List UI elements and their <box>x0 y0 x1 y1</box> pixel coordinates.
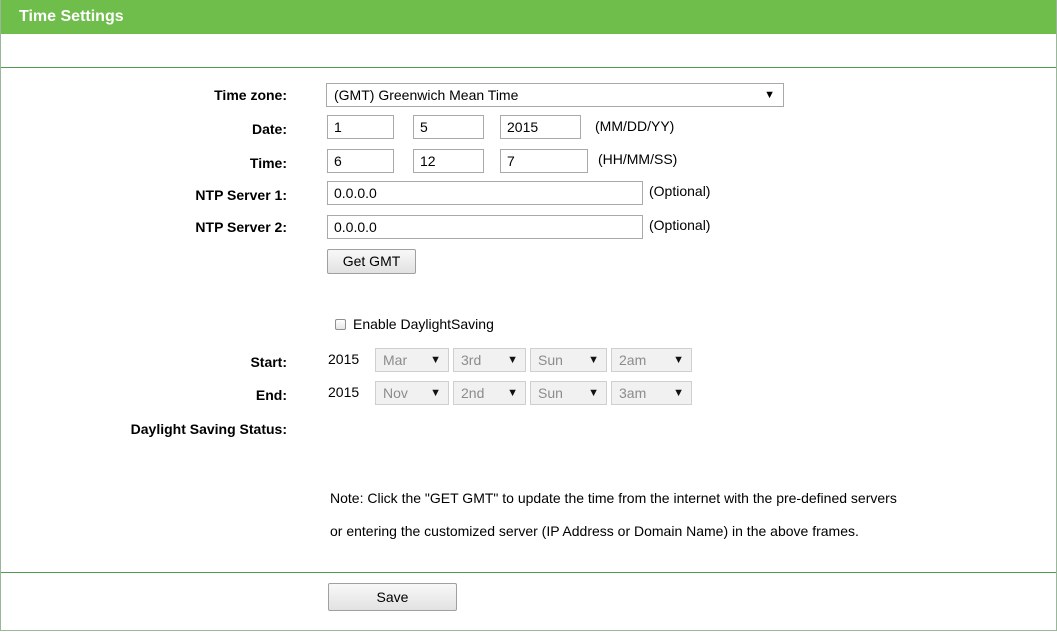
time-zone-select[interactable]: (GMT) Greenwich Mean Time ▼ <box>326 83 784 107</box>
time-zone-value: (GMT) Greenwich Mean Time <box>334 87 519 103</box>
date-label: Date: <box>251 121 287 137</box>
note-line-1: Note: Click the "GET GMT" to update the … <box>330 490 897 506</box>
time-format-hint: (HH/MM/SS) <box>598 151 678 167</box>
dst-start-year: 2015 <box>328 351 360 367</box>
dst-end-hour-select[interactable]: 3am ▼ <box>611 381 692 405</box>
date-month-input[interactable] <box>327 115 394 139</box>
dst-start-month-value: Mar <box>383 352 408 368</box>
dst-start-week-value: 3rd <box>461 352 482 368</box>
dropdown-arrow-icon: ▼ <box>673 387 684 399</box>
ntp-server-1-label: NTP Server 1: <box>195 187 287 203</box>
dst-start-week-select[interactable]: 3rd ▼ <box>453 348 526 372</box>
dst-end-week-value: 2nd <box>461 385 485 401</box>
checkbox-icon[interactable] <box>335 319 346 330</box>
date-year-input[interactable] <box>500 115 581 139</box>
dst-end-hour-value: 3am <box>619 385 647 401</box>
daylight-saving-status-label: Daylight Saving Status: <box>130 421 287 437</box>
dst-start-label: Start: <box>250 354 287 370</box>
dst-end-month-value: Nov <box>383 385 408 401</box>
dst-end-day-value: Sun <box>538 385 563 401</box>
dst-end-year: 2015 <box>328 384 360 400</box>
top-divider <box>1 67 1056 68</box>
date-format-hint: (MM/DD/YY) <box>595 118 675 134</box>
dst-start-hour-value: 2am <box>619 352 647 368</box>
bottom-divider <box>1 572 1056 573</box>
dst-end-week-select[interactable]: 2nd ▼ <box>453 381 526 405</box>
dst-end-label: End: <box>255 387 287 403</box>
ntp-server-1-hint: (Optional) <box>649 183 711 199</box>
time-second-input[interactable] <box>500 149 588 173</box>
date-day-input[interactable] <box>413 115 484 139</box>
ntp-server-2-input[interactable] <box>327 215 643 239</box>
time-settings-panel: Time Settings Time zone: (GMT) Greenwich… <box>0 0 1057 631</box>
dst-start-month-select[interactable]: Mar ▼ <box>375 348 449 372</box>
dst-start-hour-select[interactable]: 2am ▼ <box>611 348 692 372</box>
save-button[interactable]: Save <box>328 583 457 611</box>
dropdown-arrow-icon: ▼ <box>764 89 775 101</box>
ntp-server-1-input[interactable] <box>327 181 643 205</box>
dst-end-day-select[interactable]: Sun ▼ <box>530 381 607 405</box>
dst-end-month-select[interactable]: Nov ▼ <box>375 381 449 405</box>
ntp-server-2-hint: (Optional) <box>649 217 711 233</box>
enable-daylight-saving-label: Enable DaylightSaving <box>353 316 494 332</box>
ntp-server-2-label: NTP Server 2: <box>195 219 287 235</box>
time-minute-input[interactable] <box>413 149 484 173</box>
time-hour-input[interactable] <box>327 149 394 173</box>
time-zone-label: Time zone: <box>214 87 287 103</box>
dropdown-arrow-icon: ▼ <box>507 387 518 399</box>
dropdown-arrow-icon: ▼ <box>673 354 684 366</box>
dropdown-arrow-icon: ▼ <box>430 354 441 366</box>
note-line-2: or entering the customized server (IP Ad… <box>330 523 859 539</box>
dropdown-arrow-icon: ▼ <box>588 387 599 399</box>
dropdown-arrow-icon: ▼ <box>588 354 599 366</box>
dst-start-day-select[interactable]: Sun ▼ <box>530 348 607 372</box>
dropdown-arrow-icon: ▼ <box>430 387 441 399</box>
dst-start-day-value: Sun <box>538 352 563 368</box>
get-gmt-button[interactable]: Get GMT <box>327 249 416 274</box>
time-label: Time: <box>249 155 287 171</box>
dropdown-arrow-icon: ▼ <box>507 354 518 366</box>
panel-title: Time Settings <box>1 0 1056 34</box>
